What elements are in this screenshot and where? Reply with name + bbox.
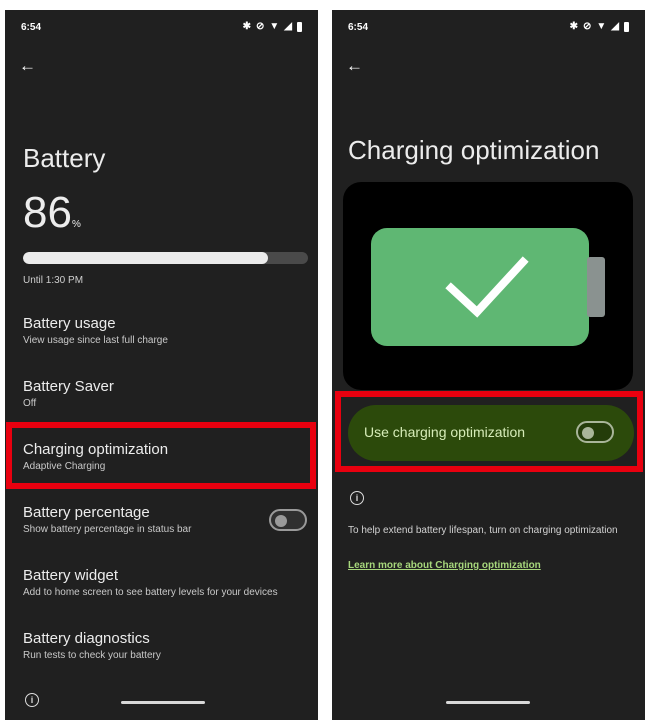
back-arrow-icon[interactable]: ← — [346, 56, 370, 76]
signal-icon: ◢ — [284, 21, 292, 32]
item-title: Battery percentage — [23, 504, 150, 521]
item-subtitle: Off — [23, 398, 37, 409]
signal-icon: ◢ — [611, 21, 619, 32]
until-text: Until 1:30 PM — [23, 275, 84, 286]
charging-optimization-item[interactable]: Charging optimization Adaptive Charging — [23, 441, 305, 472]
battery-screen: 6:54 ✱ ⊘ ▼ ◢ ← Battery 86% Until 1:30 PM… — [5, 10, 318, 720]
battery-check-graphic — [371, 228, 605, 346]
item-subtitle: Run tests to check your battery — [23, 650, 161, 661]
battery-widget-item[interactable]: Battery widget Add to home screen to see… — [23, 567, 313, 598]
battery-body — [371, 228, 589, 346]
home-indicator[interactable] — [446, 701, 530, 704]
percent-value: 86 — [23, 188, 72, 237]
info-icon: i — [25, 693, 39, 707]
item-subtitle: Adaptive Charging — [23, 461, 106, 472]
battery-terminal — [587, 257, 605, 317]
info-icon: i — [350, 491, 364, 505]
toggle-knob — [582, 427, 594, 439]
item-title: Battery usage — [23, 315, 116, 332]
use-charging-optimization-row[interactable]: Use charging optimization — [348, 405, 634, 461]
vibrate-off-icon: ⊘ — [256, 21, 265, 32]
help-text: To help extend battery lifespan, turn on… — [348, 525, 618, 536]
page-title: Battery — [23, 143, 106, 173]
battery-level-fill — [23, 252, 269, 264]
home-indicator[interactable] — [121, 701, 205, 704]
item-subtitle: Show battery percentage in status bar — [23, 524, 192, 535]
back-arrow-icon[interactable]: ← — [19, 56, 43, 76]
bluetooth-icon: ✱ — [569, 21, 578, 32]
wifi-icon: ▼ — [596, 21, 607, 32]
item-subtitle: View usage since last full charge — [23, 335, 168, 346]
status-bar: 6:54 ✱ ⊘ ▼ ◢ — [21, 20, 302, 36]
percent-unit: % — [71, 219, 81, 230]
battery-percentage: 86% — [23, 188, 81, 238]
page-title: Charging optimization — [348, 135, 600, 165]
battery-level-bar — [23, 252, 308, 264]
battery-usage-item[interactable]: Battery usage View usage since last full… — [23, 315, 305, 346]
item-subtitle: Add to home screen to see battery levels… — [23, 587, 278, 598]
status-time: 6:54 — [348, 22, 369, 33]
bluetooth-icon: ✱ — [242, 21, 251, 32]
charging-optimization-toggle[interactable] — [576, 421, 614, 443]
item-title: Battery Saver — [23, 378, 114, 395]
status-time: 6:54 — [21, 22, 42, 33]
battery-percentage-item[interactable]: Battery percentage Show battery percenta… — [23, 504, 253, 535]
status-bar: 6:54 ✱ ⊘ ▼ ◢ — [348, 20, 629, 36]
battery-icon — [624, 22, 629, 32]
toggle-label: Use charging optimization — [364, 424, 526, 440]
battery-diagnostics-item[interactable]: Battery diagnostics Run tests to check y… — [23, 630, 305, 661]
item-title: Charging optimization — [23, 441, 169, 458]
battery-saver-item[interactable]: Battery Saver Off — [23, 378, 305, 409]
toggle-knob — [275, 515, 287, 527]
battery-illustration — [343, 182, 633, 390]
learn-more-link[interactable]: Learn more about Charging optimization — [348, 560, 541, 571]
battery-percentage-toggle[interactable] — [269, 509, 307, 531]
battery-icon — [297, 22, 302, 32]
charging-optimization-screen: 6:54 ✱ ⊘ ▼ ◢ ← Charging optimization Use… — [332, 10, 645, 720]
wifi-icon: ▼ — [269, 21, 280, 32]
item-title: Battery widget — [23, 567, 119, 584]
item-title: Battery diagnostics — [23, 630, 150, 647]
vibrate-off-icon: ⊘ — [583, 21, 592, 32]
